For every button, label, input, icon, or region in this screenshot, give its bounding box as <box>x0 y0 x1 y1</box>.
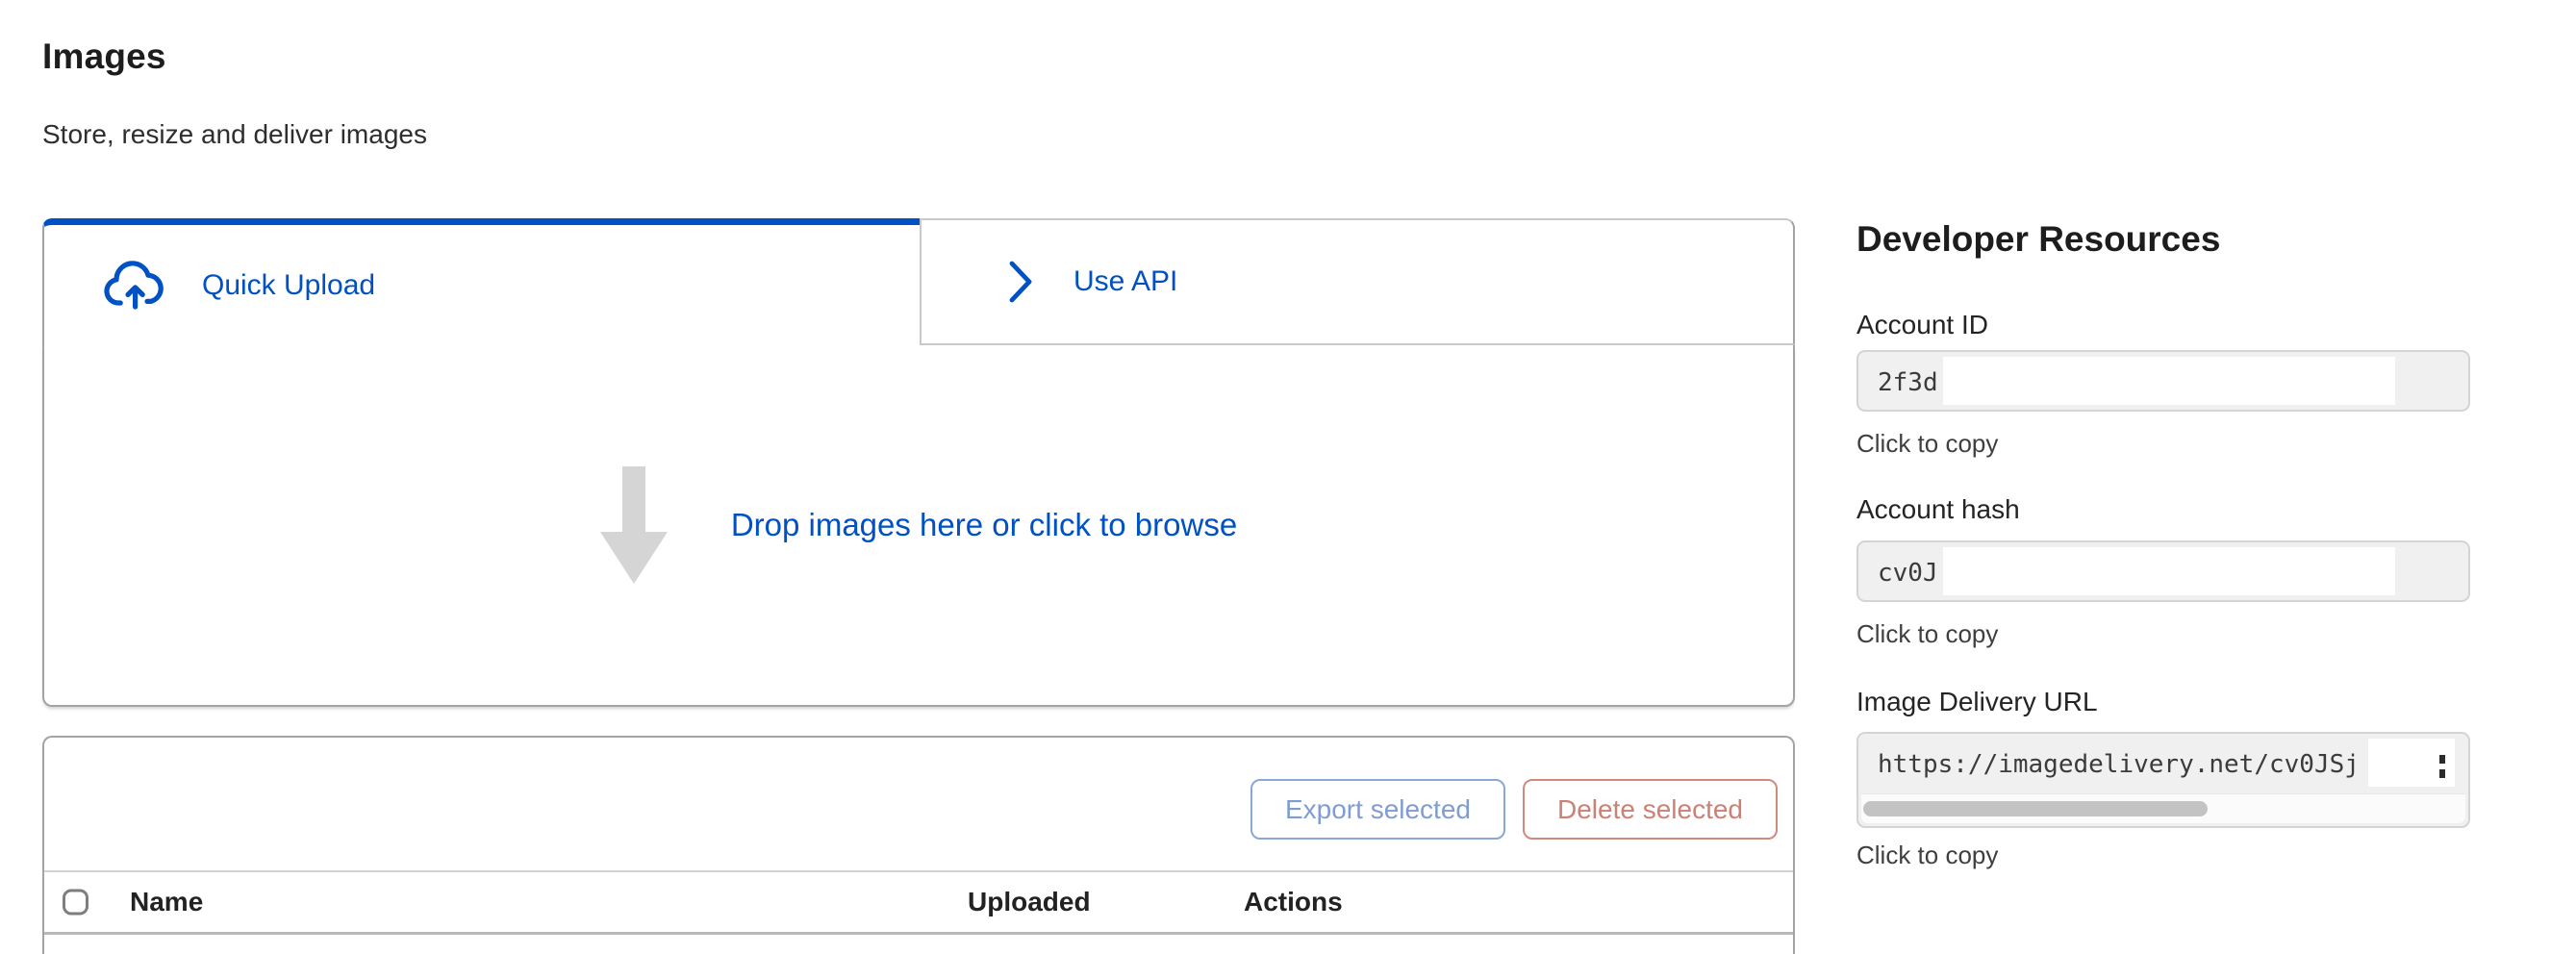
column-header-actions: Actions <box>1244 887 1343 917</box>
tab-use-api-label: Use API <box>1073 265 1177 298</box>
scrollbar-thumb[interactable] <box>1863 801 2208 816</box>
select-all-checkbox[interactable] <box>63 890 88 916</box>
click-to-copy-hint: Click to copy <box>1856 429 1998 459</box>
delete-selected-button[interactable]: Delete selected <box>1523 779 1778 840</box>
account-id-value: 2f3d <box>1878 368 1938 397</box>
column-header-name: Name <box>130 887 203 917</box>
tab-bar: Quick Upload Use API <box>42 218 1795 345</box>
click-to-copy-hint: Click to copy <box>1856 619 1998 649</box>
column-header-uploaded: Uploaded <box>968 887 1091 917</box>
redaction-overlay <box>1943 357 2395 405</box>
upload-panel: Quick Upload Use API Drop images here or… <box>42 218 1795 707</box>
image-delivery-url-value: https://imagedelivery.net/cv0JSj <box>1878 750 2360 779</box>
developer-resources-heading: Developer Resources <box>1856 219 2220 260</box>
redacted-fragment <box>2437 753 2447 780</box>
images-page: Images Store, resize and deliver images … <box>0 0 2576 954</box>
account-hash-value-box[interactable]: cv0J <box>1856 540 2470 602</box>
account-hash-label: Account hash <box>1856 494 2020 525</box>
account-id-value-box[interactable]: 2f3d <box>1856 350 2470 412</box>
image-delivery-url-value-box[interactable]: https://imagedelivery.net/cv0JSj <box>1856 732 2470 828</box>
image-delivery-url-label: Image Delivery URL <box>1856 687 2098 717</box>
dropzone-label: Drop images here or click to browse <box>731 507 1237 543</box>
image-dropzone[interactable]: Drop images here or click to browse <box>42 345 1795 707</box>
tab-quick-upload[interactable]: Quick Upload <box>42 218 920 345</box>
tab-use-api[interactable]: Use API <box>920 218 1795 345</box>
page-subtitle: Store, resize and deliver images <box>42 119 427 150</box>
export-selected-button[interactable]: Export selected <box>1250 779 1505 840</box>
table-toolbar: Export selected Delete selected <box>44 738 1793 870</box>
images-table-panel: Export selected Delete selected Name Upl… <box>42 736 1795 954</box>
redaction-overlay <box>1943 547 2395 595</box>
tab-quick-upload-label: Quick Upload <box>202 269 375 302</box>
chevron-right-icon <box>1006 259 1035 305</box>
page-title: Images <box>42 37 166 77</box>
table-header-row: Name Uploaded Actions <box>44 870 1793 935</box>
horizontal-scrollbar <box>1861 793 2465 823</box>
click-to-copy-hint: Click to copy <box>1856 841 1998 870</box>
cloud-upload-icon <box>104 260 167 312</box>
account-id-label: Account ID <box>1856 310 1988 340</box>
arrow-down-icon <box>600 466 668 584</box>
account-hash-value: cv0J <box>1878 559 1938 588</box>
